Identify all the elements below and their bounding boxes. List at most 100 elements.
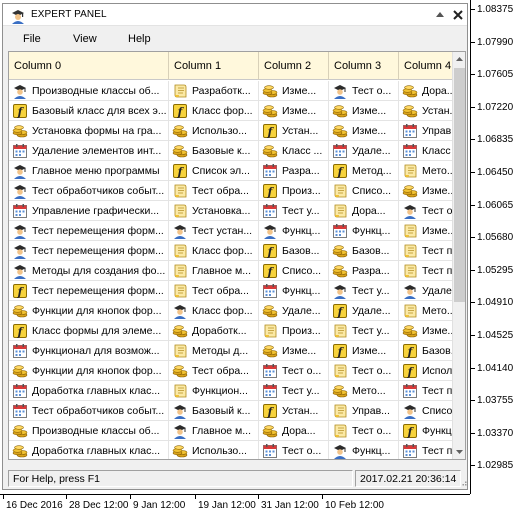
table-cell[interactable]: Доработк...	[169, 321, 259, 341]
column-header-2[interactable]: Column 2	[259, 52, 329, 80]
scroll-up-icon[interactable]	[453, 52, 466, 66]
table-cell[interactable]: Установка...	[169, 201, 259, 221]
data-table[interactable]: Column 0 Column 1 Column 2 Column 3 Column 4…	[8, 51, 466, 460]
table-cell[interactable]: Тест у...	[259, 201, 329, 221]
table-cell[interactable]: Функц...	[329, 441, 399, 459]
table-cell[interactable]: Производные классы об...	[9, 81, 169, 101]
table-cell[interactable]: f Базов...	[259, 241, 329, 261]
table-row[interactable]: Тест обработчиков событ... Тест обра... f П…	[9, 181, 452, 201]
table-row[interactable]: Установка формы на гра... Использо... f Уст…	[9, 121, 452, 141]
table-cell[interactable]: Функции для кнопок фор...	[9, 301, 169, 321]
table-cell[interactable]: Класс фор...	[169, 241, 259, 261]
table-cell[interactable]: Производные классы об...	[9, 421, 169, 441]
table-cell[interactable]: f Метод...	[329, 161, 399, 181]
table-row[interactable]: Тест перемещения форм... Тест устан... Фун…	[9, 221, 452, 241]
table-cell[interactable]: Разработк...	[169, 81, 259, 101]
table-cell[interactable]: Доработка главных клас...	[9, 441, 169, 459]
table-row[interactable]: Управление графически... Установка... Тест…	[9, 201, 452, 221]
table-cell[interactable]: Тест обра...	[169, 361, 259, 381]
table-cell[interactable]: f Функц...	[399, 421, 452, 441]
table-row[interactable]: Функционал для возмож... Методы д... Изме.…	[9, 341, 452, 361]
table-cell[interactable]: f Изме...	[329, 341, 399, 361]
collapse-icon[interactable]	[433, 9, 447, 21]
table-cell[interactable]: Использо...	[169, 441, 259, 459]
scrollbar-thumb[interactable]	[454, 68, 465, 302]
table-cell[interactable]: Главное м...	[169, 261, 259, 281]
table-cell[interactable]: Тест п...	[399, 261, 452, 281]
scroll-down-icon[interactable]	[453, 445, 466, 459]
table-cell[interactable]: Установка формы на гра...	[9, 121, 169, 141]
table-row[interactable]: Тест перемещения форм... Класс фор... f Баз…	[9, 241, 452, 261]
table-row[interactable]: Доработка главных клас... Функцион... Тест…	[9, 381, 452, 401]
table-row[interactable]: Производные классы об... Главное м... Дора…	[9, 421, 452, 441]
table-cell[interactable]: Тест о...	[329, 361, 399, 381]
table-cell[interactable]: f Испол...	[399, 361, 452, 381]
column-header-4[interactable]: Column 4	[399, 52, 459, 80]
table-cell[interactable]: Использо...	[169, 121, 259, 141]
table-cell[interactable]: Тест о...	[329, 81, 399, 101]
table-cell[interactable]: Тест п...	[399, 241, 452, 261]
table-cell[interactable]: Дора...	[259, 421, 329, 441]
table-cell[interactable]: Изме...	[329, 121, 399, 141]
close-icon[interactable]	[451, 8, 465, 22]
table-cell[interactable]: Удале...	[259, 301, 329, 321]
table-cell[interactable]: f Класс фор...	[169, 101, 259, 121]
table-row[interactable]: Функции для кнопок фор... Тест обра... Тес…	[9, 361, 452, 381]
table-row[interactable]: Тест обработчиков событ... Базовый к... f У…	[9, 401, 452, 421]
table-cell[interactable]: f Класс формы для элеме...	[9, 321, 169, 341]
table-cell[interactable]: Списо...	[399, 401, 452, 421]
table-cell[interactable]: Дора...	[329, 201, 399, 221]
table-row[interactable]: Доработка главных клас... Использо... Тест…	[9, 441, 452, 459]
title-bar[interactable]: EXPERT PANEL	[3, 4, 467, 26]
table-cell[interactable]: Функц...	[259, 281, 329, 301]
table-cell[interactable]: Тест у...	[329, 321, 399, 341]
menu-view[interactable]: View	[73, 33, 97, 45]
table-cell[interactable]: f Списо...	[259, 261, 329, 281]
table-row[interactable]: Главное меню программы f Список эл... Разра…	[9, 161, 452, 181]
table-cell[interactable]: Базовые к...	[169, 141, 259, 161]
table-cell[interactable]: Тест обра...	[169, 181, 259, 201]
table-row[interactable]: Методы для создания фо... Главное м... f Сп…	[9, 261, 452, 281]
table-cell[interactable]: Тест обработчиков событ...	[9, 401, 169, 421]
table-cell[interactable]: Изме...	[399, 181, 452, 201]
table-cell[interactable]: Произ...	[259, 321, 329, 341]
table-cell[interactable]: Тест перемещения форм...	[9, 221, 169, 241]
table-cell[interactable]: Тест п...	[399, 441, 452, 459]
table-cell[interactable]: Методы д...	[169, 341, 259, 361]
table-body[interactable]: Производные классы об... Разработк... Изме…	[9, 81, 452, 459]
table-cell[interactable]: f Базов...	[399, 341, 452, 361]
table-row[interactable]: f Базовый класс для всех э... f Класс фор..…	[9, 101, 452, 121]
table-cell[interactable]: Разра...	[259, 161, 329, 181]
table-cell[interactable]: Удале...	[399, 281, 452, 301]
column-header-0[interactable]: Column 0	[9, 52, 169, 80]
table-cell[interactable]: Тест о...	[399, 201, 452, 221]
table-cell[interactable]: Функцион...	[169, 381, 259, 401]
table-cell[interactable]: Тест обра...	[169, 281, 259, 301]
table-cell[interactable]: Изме...	[329, 101, 399, 121]
table-cell[interactable]: Списо...	[329, 181, 399, 201]
table-cell[interactable]: Управ...	[399, 121, 452, 141]
table-cell[interactable]: Базовый к...	[169, 401, 259, 421]
table-cell[interactable]: Удале...	[329, 141, 399, 161]
table-cell[interactable]: Функц...	[259, 221, 329, 241]
table-cell[interactable]: Тест обработчиков событ...	[9, 181, 169, 201]
table-cell[interactable]: f Удале...	[329, 301, 399, 321]
table-cell[interactable]: f Тест перемещения форм...	[9, 281, 169, 301]
table-cell[interactable]: Разра...	[329, 261, 399, 281]
table-cell[interactable]: Базов...	[329, 241, 399, 261]
menu-help[interactable]: Help	[128, 33, 151, 45]
table-cell[interactable]: Управ...	[329, 401, 399, 421]
table-cell[interactable]: Изме...	[259, 341, 329, 361]
table-cell[interactable]: Изме...	[259, 101, 329, 121]
table-cell[interactable]: Изме...	[399, 321, 452, 341]
table-cell[interactable]: Мето...	[399, 161, 452, 181]
table-cell[interactable]: Мето...	[329, 381, 399, 401]
table-row[interactable]: Функции для кнопок фор... Класс фор... Уда…	[9, 301, 452, 321]
table-cell[interactable]: Тест устан...	[169, 221, 259, 241]
table-cell[interactable]: Удаление элементов инт...	[9, 141, 169, 161]
table-cell[interactable]: Тест о...	[259, 361, 329, 381]
table-cell[interactable]: Функционал для возмож...	[9, 341, 169, 361]
menu-file[interactable]: File	[23, 33, 41, 45]
table-cell[interactable]: Изме...	[399, 221, 452, 241]
table-cell[interactable]: Функции для кнопок фор...	[9, 361, 169, 381]
